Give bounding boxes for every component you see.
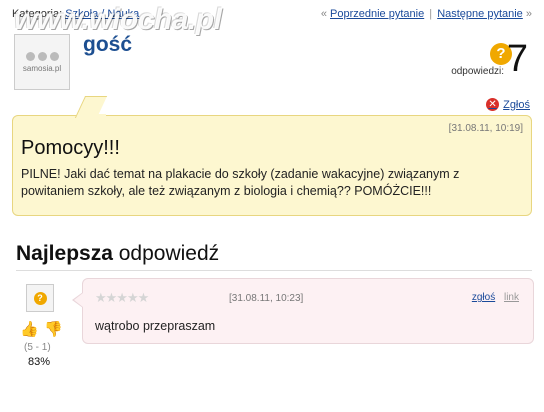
report-question-link[interactable]: ✕ Zgłoś (486, 98, 530, 111)
question-icon: ? (33, 291, 47, 305)
prev-arrow-icon: « (320, 8, 327, 20)
avatar-logo-text: samosia.pl (22, 63, 62, 73)
answer-date: [31.08.11, 10:23] (229, 293, 304, 304)
answer-permalink[interactable]: link (504, 292, 519, 303)
question-date: [31.08.11, 10:19] (448, 123, 523, 134)
answer-body: wątrobo przepraszam (95, 319, 216, 333)
rating-stars[interactable]: ★★★★★ (95, 290, 149, 306)
asker-username[interactable]: gość (83, 33, 132, 57)
nav-separator: | (429, 8, 433, 20)
vote-count: (5 - 1) (24, 342, 51, 353)
answers-count: 7 (506, 38, 528, 80)
question-bubble: [31.08.11, 10:19] Pomocyy!!! PILNE! Jaki… (12, 115, 532, 216)
report-answer-link[interactable]: zgłoś (472, 292, 495, 303)
question-nav: « Poprzednie pytanie | Następne pytanie … (321, 8, 532, 20)
avatar-dots (25, 51, 59, 61)
best-answer-heading: Najlepsza odpowiedź (16, 242, 220, 265)
answer-links: zgłoś link (472, 292, 519, 303)
answers-label: odpowiedzi: (451, 66, 504, 77)
watermark-logo: www.wiocha.pl (14, 3, 222, 36)
thumbs-up-icon[interactable]: 👍 (20, 321, 39, 339)
divider (16, 270, 532, 271)
answerer-avatar[interactable]: ? (26, 284, 54, 312)
close-circle-icon: ✕ (486, 98, 500, 111)
answer-bubble: ★★★★★ [31.08.11, 10:23] zgłoś link wątro… (82, 278, 534, 344)
report-label: Zgłoś (503, 98, 530, 111)
prev-question-link[interactable]: Poprzednie pytanie (330, 8, 424, 20)
thumbs-down-icon[interactable]: 👎 (44, 321, 63, 339)
vote-buttons: 👍 👎 (20, 321, 63, 339)
vote-percent: 83% (28, 356, 51, 368)
next-question-link[interactable]: Następne pytanie (437, 8, 523, 20)
question-body: PILNE! Jaki dać temat na plakacie do szk… (21, 167, 460, 198)
next-arrow-icon: » (525, 8, 532, 20)
question-title: Pomocyy!!! (21, 137, 120, 159)
asker-avatar[interactable]: samosia.pl (14, 34, 70, 90)
